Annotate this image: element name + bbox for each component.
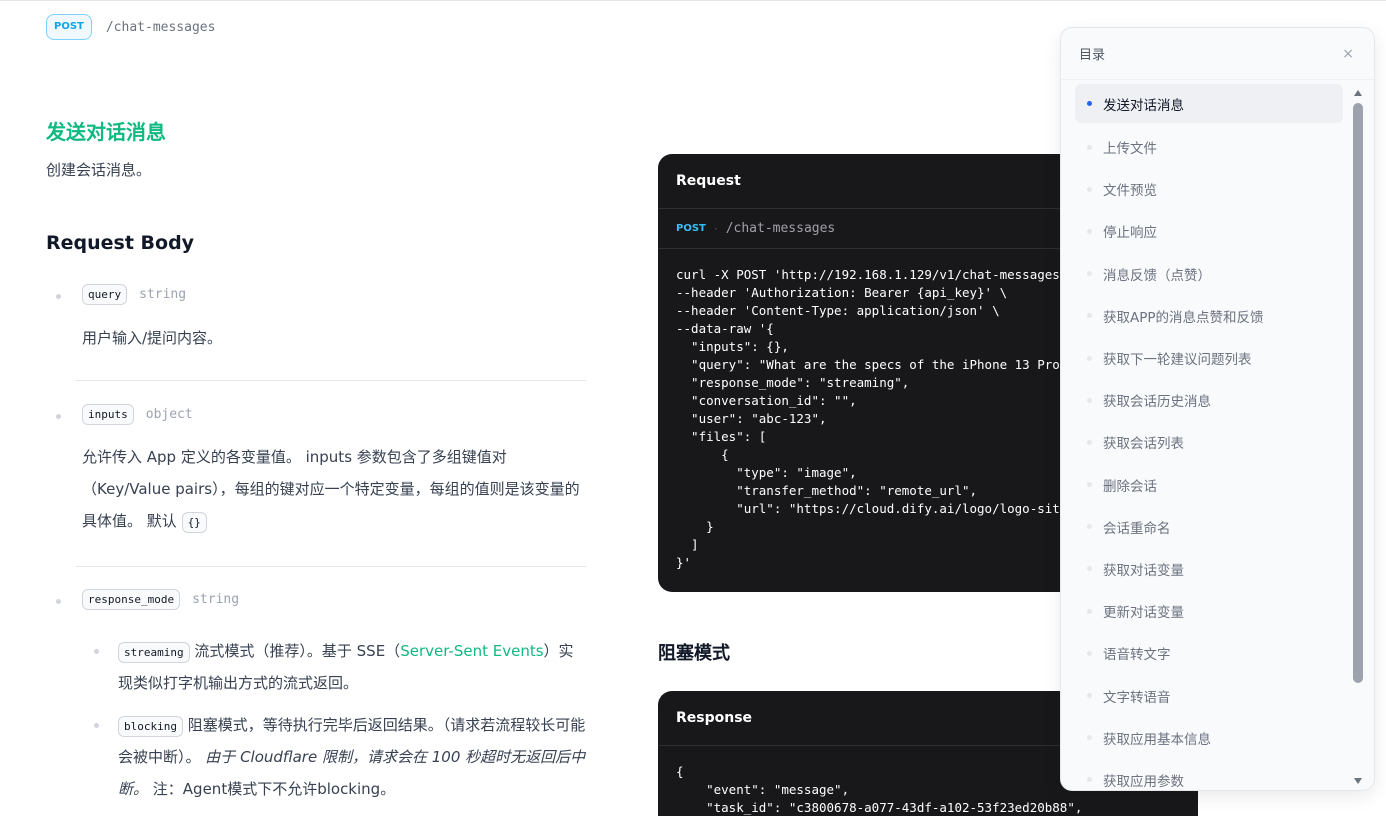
- divider: [76, 380, 586, 381]
- toc-scrollbar[interactable]: [1352, 88, 1364, 786]
- endpoint-header: POST /chat-messages: [46, 14, 215, 40]
- bullet-icon: [1087, 693, 1092, 699]
- param-name: query: [82, 284, 128, 305]
- bullet: [56, 414, 61, 419]
- bullet-icon: [1087, 313, 1092, 319]
- toc-item-label: 发送对话消息: [1103, 97, 1184, 114]
- blocking-description: blocking 阻塞模式，等待执行完毕后返回结果。（请求若流程较长可能会被中断…: [118, 709, 588, 805]
- toc-item[interactable]: 停止响应: [1075, 210, 1343, 252]
- streaming-description: streaming 流式模式（推荐）。基于 SSE（Server-Sent Ev…: [118, 635, 588, 699]
- toc-item-label: 获取应用参数: [1103, 773, 1184, 790]
- toc-item[interactable]: 获取会话列表: [1075, 421, 1343, 463]
- scroll-thumb[interactable]: [1353, 103, 1363, 683]
- toc-item[interactable]: 获取应用参数: [1075, 759, 1343, 790]
- bullet-icon: [1087, 735, 1092, 741]
- param-description-text: 允许传入 App 定义的各变量值。 inputs 参数包含了多组键值对（Key/…: [82, 448, 580, 530]
- bullet: [94, 649, 99, 654]
- section-title[interactable]: 发送对话消息: [46, 116, 166, 145]
- param-name: inputs: [82, 404, 134, 425]
- toc-item[interactable]: 文字转语音: [1075, 674, 1343, 716]
- toc-item[interactable]: 获取对话变量: [1075, 548, 1343, 590]
- toc-item[interactable]: 会话重命名: [1075, 506, 1343, 548]
- blocking-agent-note: 注：Agent模式下不允许blocking。: [152, 780, 396, 798]
- param-name: response_mode: [82, 589, 181, 610]
- bullet: [56, 599, 61, 604]
- bullet-icon: [1087, 144, 1092, 150]
- top-border: [0, 0, 1386, 1]
- request-path: /chat-messages: [725, 221, 836, 236]
- bullet-icon: [1087, 777, 1092, 783]
- toc-item-label: 文件预览: [1103, 183, 1157, 200]
- param-description: 允许传入 App 定义的各变量值。 inputs 参数包含了多组键值对（Key/…: [82, 441, 587, 537]
- bullet-icon: [1087, 271, 1092, 277]
- bullet-icon: [1087, 439, 1092, 445]
- bullet: [94, 723, 99, 728]
- toc-item-label: 会话重命名: [1103, 520, 1171, 537]
- bullet-icon: [1087, 101, 1092, 106]
- separator: ·: [713, 221, 718, 236]
- scroll-up-arrow-icon[interactable]: [1354, 90, 1362, 96]
- toc-item[interactable]: 消息反馈（点赞）: [1075, 253, 1343, 295]
- param-type: string: [139, 287, 187, 302]
- bullet-icon: [1087, 482, 1092, 488]
- table-of-contents: 目录 × 发送对话消息 上传文件文件预览停止响应消息反馈（点赞） 获取APP的消息点…: [1060, 27, 1375, 791]
- toc-item[interactable]: 语音转文字: [1075, 632, 1343, 674]
- toc-item[interactable]: 上传文件: [1075, 126, 1343, 168]
- param-type: object: [145, 407, 193, 422]
- bullet-icon: [1087, 397, 1092, 403]
- toc-item-label: 停止响应: [1103, 225, 1157, 242]
- bullet-icon: [1087, 650, 1092, 656]
- sse-link[interactable]: Server-Sent Events: [400, 642, 543, 660]
- scroll-down-arrow-icon[interactable]: [1354, 778, 1362, 784]
- toc-item[interactable]: 获取会话历史消息: [1075, 379, 1343, 421]
- toc-item-label: 获取下一轮建议问题列表: [1103, 352, 1252, 369]
- toc-title: 目录: [1079, 48, 1106, 63]
- request-body-title: Request Body: [46, 232, 195, 254]
- section-description: 创建会话消息。: [46, 161, 152, 179]
- toc-item-label: 获取APP的消息点赞和反馈: [1103, 309, 1264, 326]
- toc-item-label: 语音转文字: [1103, 647, 1171, 664]
- toc-item[interactable]: 获取应用基本信息: [1075, 717, 1343, 759]
- mode-chip: streaming: [118, 642, 190, 663]
- toc-item-label: 获取会话历史消息: [1103, 394, 1211, 411]
- toc-item-label: 消息反馈（点赞）: [1103, 267, 1211, 284]
- mode-chip: blocking: [118, 716, 183, 737]
- toc-header: 目录 ×: [1061, 28, 1374, 80]
- toc-item-label: 获取应用基本信息: [1103, 731, 1211, 748]
- toc-item[interactable]: 发送对话消息: [1075, 84, 1343, 123]
- blocking-section-title: 阻塞模式: [658, 643, 730, 664]
- bullet-icon: [1087, 566, 1092, 572]
- bullet: [56, 294, 61, 299]
- toc-item-label: 删除会话: [1103, 478, 1157, 495]
- bullet-icon: [1087, 524, 1092, 530]
- bullet-icon: [1087, 186, 1092, 192]
- endpoint-path: /chat-messages: [105, 19, 216, 35]
- toc-item[interactable]: 文件预览: [1075, 168, 1343, 210]
- toc-list: 发送对话消息 上传文件文件预览停止响应消息反馈（点赞） 获取APP的消息点赞和反馈获…: [1075, 84, 1343, 790]
- toc-item-label: 获取会话列表: [1103, 436, 1184, 453]
- toc-item-label: 获取对话变量: [1103, 562, 1184, 579]
- toc-item[interactable]: 更新对话变量: [1075, 590, 1343, 632]
- toc-item[interactable]: 删除会话: [1075, 464, 1343, 506]
- param-description: 用户输入/提问内容。: [82, 329, 223, 347]
- default-value-chip: {}: [181, 512, 207, 533]
- streaming-text: 流式模式（推荐）。基于 SSE（: [194, 642, 401, 660]
- toc-item[interactable]: 获取APP的消息点赞和反馈: [1075, 295, 1343, 337]
- toc-item-label: 更新对话变量: [1103, 605, 1184, 622]
- toc-item[interactable]: 获取下一轮建议问题列表: [1075, 337, 1343, 379]
- close-icon[interactable]: ×: [1342, 46, 1354, 62]
- bullet-icon: [1087, 608, 1092, 614]
- toc-item-label: 文字转语音: [1103, 689, 1171, 706]
- toc-item-label: 上传文件: [1103, 141, 1157, 158]
- method-badge: POST: [46, 14, 92, 40]
- divider: [76, 566, 586, 567]
- bullet-icon: [1087, 355, 1092, 361]
- bullet-icon: [1087, 228, 1092, 234]
- param-type: string: [192, 592, 240, 607]
- request-method: POST: [676, 223, 706, 234]
